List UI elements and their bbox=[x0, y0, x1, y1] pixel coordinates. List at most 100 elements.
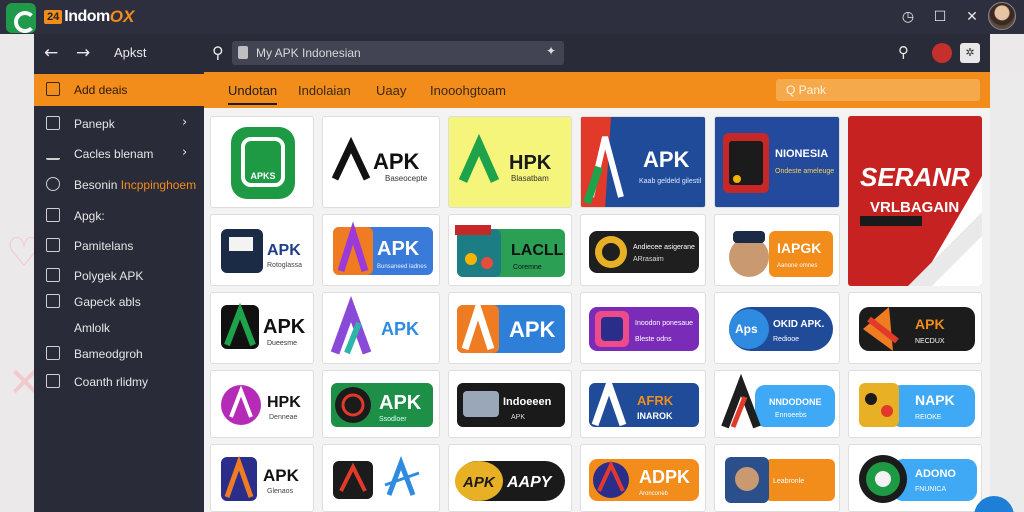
apk-logo-icon: NNDODONE Ennoeebs bbox=[721, 373, 835, 429]
app-tile[interactable]: APK bbox=[322, 292, 440, 364]
app-tile[interactable]: APK Kaab geldeld gilestil bbox=[580, 116, 706, 208]
promo-banner-icon: SERANR VRLBAGAIN bbox=[860, 162, 982, 286]
app-tile[interactable]: Leabronle bbox=[714, 444, 840, 512]
maximize-icon[interactable]: ☐ bbox=[929, 6, 951, 28]
app-tile[interactable]: Andiecee asigerane ARrasaim bbox=[580, 214, 706, 286]
tile-text: Andiecee asigerane bbox=[633, 244, 695, 251]
close-icon[interactable]: ✕ bbox=[961, 6, 983, 28]
apk-logo-icon: APK Dueesme bbox=[221, 302, 306, 349]
tile-subtext: Bleste odns bbox=[635, 336, 672, 343]
address-bar[interactable]: My APK Indonesian ✦ bbox=[232, 41, 564, 65]
sidebar-item-cacles[interactable]: Cacles blenam › bbox=[34, 142, 204, 166]
sidebar-item-pamitelans[interactable]: Pamitelans bbox=[34, 234, 204, 258]
app-tile[interactable]: ADPK Aronconeb bbox=[580, 444, 706, 512]
navigation-bar: ← → Apkst ⚲ My APK Indonesian ✦ ⚲ ✲ bbox=[34, 34, 990, 72]
tile-text: SERANR bbox=[860, 162, 970, 192]
tile-text: APK bbox=[373, 149, 420, 174]
app-tile[interactable]: APK Rotoglassa bbox=[210, 214, 314, 286]
settings-icon[interactable]: ✲ bbox=[960, 43, 980, 63]
sidebar-item-coanth[interactable]: Coanth rlidmy bbox=[34, 370, 204, 394]
sidebar-item-label: Apgk: bbox=[74, 209, 105, 223]
extension-icon[interactable] bbox=[932, 43, 952, 63]
sidebar-item-besonin[interactable]: Besonin Incppinghoem bbox=[34, 173, 204, 197]
tile-subtext: Ssodloer bbox=[379, 416, 407, 423]
clock-icon[interactable]: ◷ bbox=[897, 6, 919, 28]
apk-logo-icon bbox=[333, 455, 420, 499]
window-icon bbox=[46, 268, 60, 282]
app-tile[interactable]: APK Glenaos bbox=[210, 444, 314, 512]
app-tile[interactable]: APK AAPY bbox=[448, 444, 572, 512]
sidebar-item-label: Besonin bbox=[74, 178, 118, 192]
app-tile[interactable]: APK Baseocepte bbox=[322, 116, 440, 208]
tile-subtext: Baseocepte bbox=[385, 174, 428, 183]
tile-subtext: Coremne bbox=[513, 264, 542, 271]
app-tile[interactable]: APKS bbox=[210, 116, 314, 208]
lock-icon bbox=[238, 46, 248, 59]
app-tile[interactable]: APK NECDUX bbox=[848, 292, 982, 364]
sidebar-item-amlolk[interactable]: Amlolk bbox=[34, 316, 204, 340]
sidebar-item-label: Amlolk bbox=[74, 321, 111, 335]
apk-logo-icon: APK AAPY bbox=[455, 461, 565, 501]
app-grid: APKS APK Baseocepte HPK Blasatbam APK Ka… bbox=[204, 108, 990, 512]
app-tile[interactable]: ADONO FNUNICA bbox=[848, 444, 982, 512]
app-tile[interactable] bbox=[322, 444, 440, 512]
app-tile[interactable]: NNDODONE Ennoeebs bbox=[714, 370, 840, 438]
app-tile[interactable]: HPK Denneae bbox=[210, 370, 314, 438]
app-tile[interactable]: APK Dueesme bbox=[210, 292, 314, 364]
avatar[interactable] bbox=[988, 2, 1016, 30]
sidebar: Add deais Panepk › Cacles blenam › Beson… bbox=[34, 72, 204, 512]
sidebar-item-polygek[interactable]: Polygek APK bbox=[34, 264, 204, 288]
search-placeholder: Q Pank bbox=[786, 83, 827, 97]
bookmark-icon[interactable]: ✦ bbox=[546, 44, 556, 58]
app-tile[interactable]: HPK Blasatbam bbox=[448, 116, 572, 208]
tile-subtext: Dueesme bbox=[267, 340, 297, 347]
app-tile[interactable]: NAPK REIOKE bbox=[848, 370, 982, 438]
tab-undotan[interactable]: Undotan bbox=[228, 83, 278, 105]
tab-indolaian[interactable]: Indolaian bbox=[298, 83, 351, 98]
tile-text: APK bbox=[462, 474, 496, 491]
search-icon[interactable]: ⚲ bbox=[212, 43, 224, 62]
tab-inooohgtoam[interactable]: Inooohgtoam bbox=[430, 83, 506, 98]
car-logo-icon: Indoeeen APK bbox=[457, 383, 565, 427]
apk-logo-icon: APK Glenaos bbox=[221, 455, 300, 501]
app-tile[interactable]: IAPGK Aanone omnes bbox=[714, 214, 840, 286]
app-tile[interactable]: APK Bunsaneed ladnes bbox=[322, 214, 440, 286]
apk-logo-icon: APK Bunsaneed ladnes bbox=[333, 221, 433, 275]
card-icon bbox=[46, 294, 60, 308]
app-tile[interactable]: LACLL Coremne bbox=[448, 214, 572, 286]
tile-subtext: NECDUX bbox=[915, 338, 945, 345]
tab-uaay[interactable]: Uaay bbox=[376, 83, 406, 98]
app-tile[interactable]: Indoeeen APK bbox=[448, 370, 572, 438]
back-arrow-icon[interactable]: ← bbox=[44, 43, 58, 63]
forward-arrow-icon[interactable]: → bbox=[76, 43, 90, 63]
app-tile[interactable]: SERANR VRLBAGAIN bbox=[848, 116, 982, 286]
tile-text: ADPK bbox=[639, 467, 690, 487]
tile-text: APK bbox=[915, 316, 945, 332]
apk-logo-icon: APK Kaab geldeld gilestil bbox=[581, 117, 702, 207]
tab-search-input[interactable]: Q Pank bbox=[776, 79, 980, 101]
sidebar-item-add[interactable]: Add deais bbox=[34, 74, 204, 106]
app-tile[interactable]: AFRK INAROK bbox=[580, 370, 706, 438]
app-tile[interactable]: APK bbox=[448, 292, 572, 364]
tile-text: IAPGK bbox=[777, 240, 821, 256]
app-tile[interactable]: Inoodon ponesaue Bleste odns bbox=[580, 292, 706, 364]
app-tile[interactable]: Aps OKID APK. Rediooe bbox=[714, 292, 840, 364]
sidebar-item-label: Polygek APK bbox=[74, 269, 144, 283]
tile-text: AFRK bbox=[637, 393, 674, 408]
svg-text:Aps: Aps bbox=[735, 322, 758, 336]
sidebar-item-apgk[interactable]: Apgk: bbox=[34, 204, 204, 228]
device-logo-icon: NIONESIA Ondeste ameleuge bbox=[723, 133, 834, 193]
tile-text: APK bbox=[377, 238, 420, 260]
chevron-right-icon: › bbox=[182, 115, 188, 130]
app-tile[interactable]: APK Ssodloer bbox=[322, 370, 440, 438]
app-tile[interactable]: NIONESIA Ondeste ameleuge bbox=[714, 116, 840, 208]
sidebar-item-panepk[interactable]: Panepk › bbox=[34, 112, 204, 136]
brand-accent: OX bbox=[109, 7, 135, 26]
search-icon[interactable]: ⚲ bbox=[898, 43, 909, 61]
sidebar-item-gapeck[interactable]: Gapeck abls bbox=[34, 290, 204, 314]
character-logo-icon: Leabronle bbox=[725, 457, 835, 503]
sidebar-item-bameodgroh[interactable]: Bameodgroh bbox=[34, 342, 204, 366]
tile-text: HPK bbox=[509, 152, 552, 174]
tile-subtext: INAROK bbox=[637, 411, 673, 421]
scrollbar[interactable] bbox=[990, 72, 1024, 512]
